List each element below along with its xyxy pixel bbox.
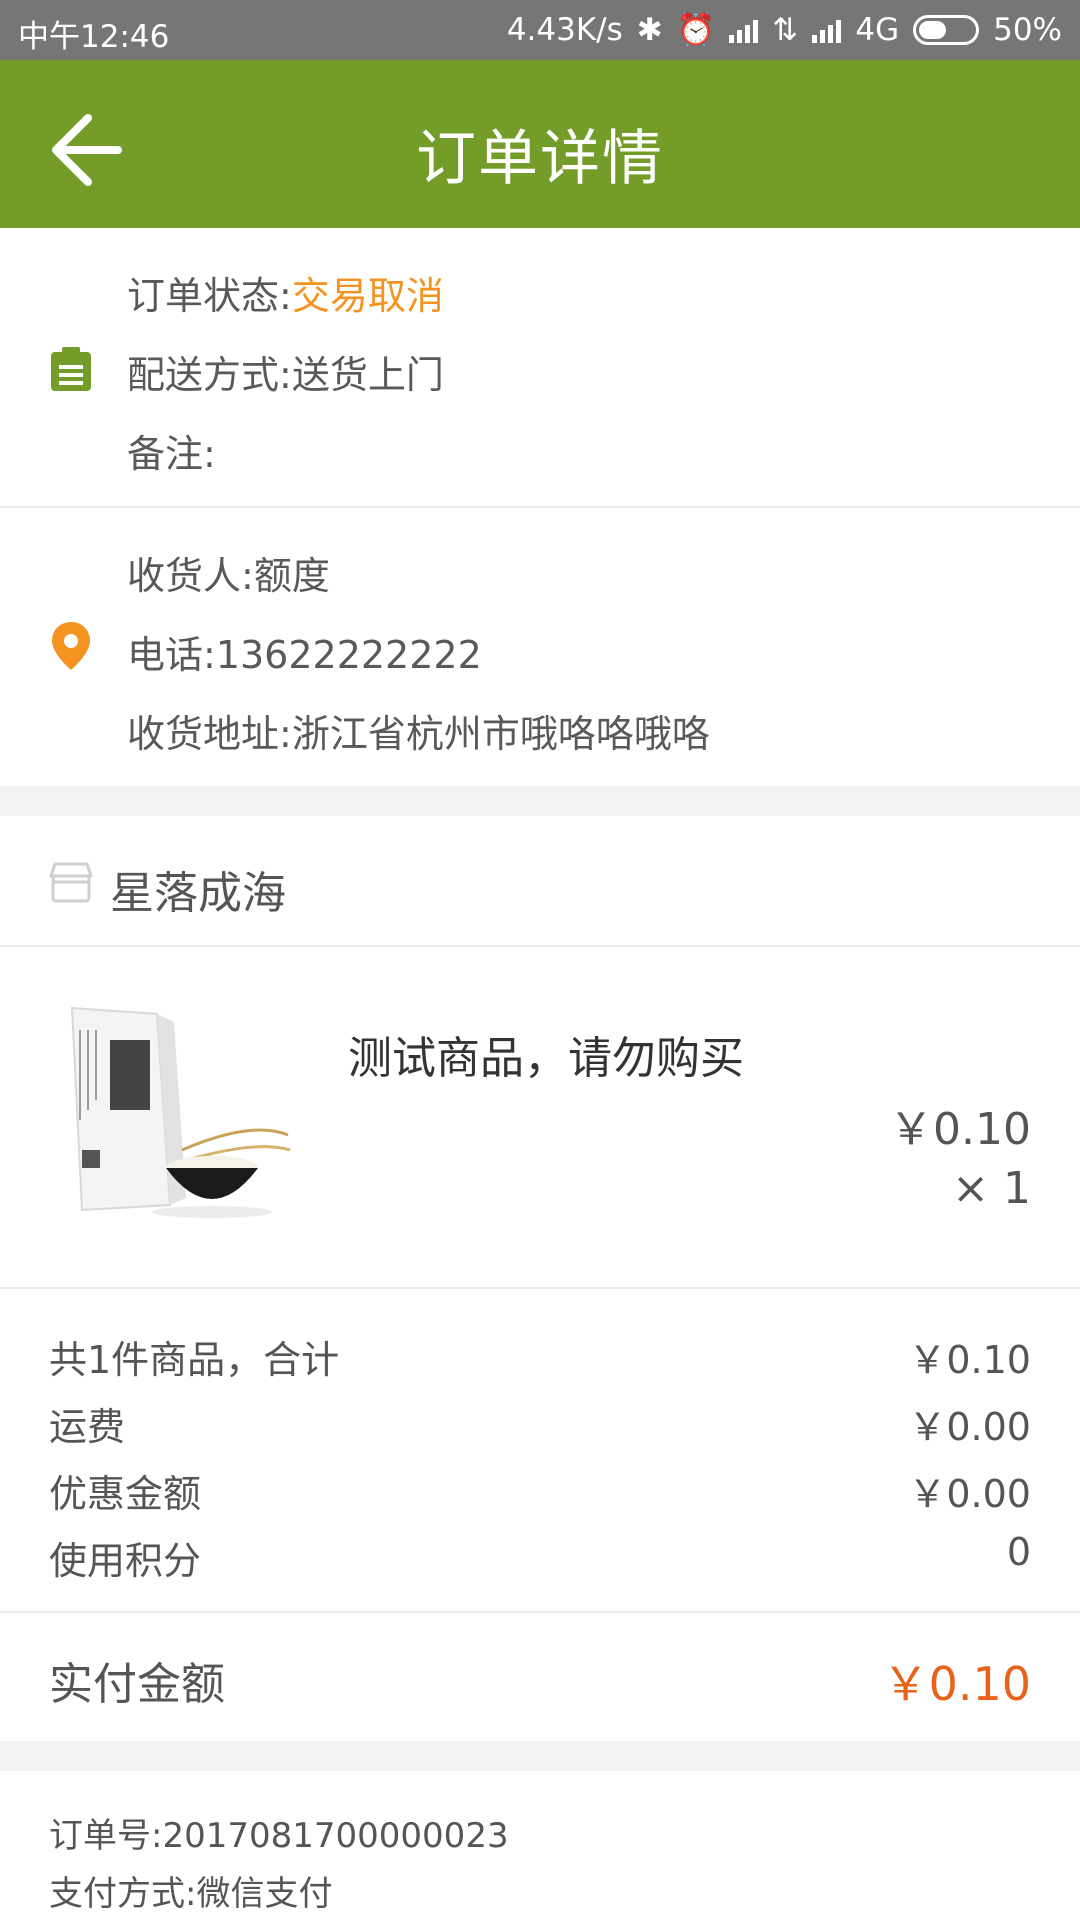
network-speed: 4.43K/s <box>506 11 623 48</box>
receiver-section: 收货人:额度 电话:13622222222 收货地址:浙江省杭州市哦咯咯哦咯 <box>0 508 1080 786</box>
receiver-name-row: 收货人:额度 <box>127 545 330 600</box>
app-bar: 订单详情 <box>0 60 1080 228</box>
receiver-address-row: 收货地址:浙江省杭州市哦咯咯哦咯 <box>127 703 710 758</box>
order-status-value: 交易取消 <box>291 274 444 318</box>
bluetooth-icon: ✱ <box>636 11 663 48</box>
clipboard-icon <box>51 347 91 391</box>
status-bar: 中午12:46 4.43K/s ✱ ⏰ ⇅ 4G 50% <box>0 0 1080 60</box>
delivery-value: 送货上门 <box>291 353 444 397</box>
product-quantity: × 1 <box>952 1163 1031 1214</box>
product-name[interactable]: 测试商品，请勿购买 <box>348 1022 744 1086</box>
data-transfer-icon: ⇅ <box>772 11 799 48</box>
summary-shipping-label: 运费 <box>49 1405 126 1449</box>
summary-discount-value: ￥0.00 <box>908 1472 1031 1516</box>
paid-amount-value: ￥0.10 <box>882 1657 1031 1711</box>
order-number-value: 2017081700000023 <box>162 1816 509 1856</box>
page-title: 订单详情 <box>416 124 664 194</box>
order-number-label: 订单号: <box>49 1816 163 1856</box>
summary-points-value: 0 <box>1006 1530 1031 1574</box>
store-name[interactable]: 星落成海 <box>110 857 286 921</box>
store-icon <box>49 862 93 903</box>
receiver-phone-row: 电话:13622222222 <box>127 624 482 679</box>
remark-label: 备注: <box>127 432 216 476</box>
order-number-row: 订单号:2017081700000023 <box>49 1808 509 1857</box>
section-gap <box>0 786 1080 816</box>
order-status-row: 订单状态:交易取消 <box>127 265 444 320</box>
delivery-row: 配送方式:送货上门 <box>127 344 444 399</box>
payment-method-row: 支付方式:微信支付 <box>49 1866 332 1915</box>
network-type: 4G <box>855 11 900 48</box>
status-indicators: 4.43K/s ✱ ⏰ ⇅ 4G 50% <box>506 11 1062 49</box>
receiver-name-value: 额度 <box>253 554 330 598</box>
order-status-label: 订单状态: <box>127 274 292 318</box>
receiver-name-label: 收货人: <box>127 554 254 598</box>
signal-icon <box>729 17 759 43</box>
delivery-label: 配送方式: <box>127 353 292 397</box>
divider <box>0 1287 1080 1289</box>
summary-items-label: 共1件商品，合计 <box>49 1338 340 1382</box>
divider <box>0 945 1080 947</box>
receiver-address-value: 浙江省杭州市哦咯咯哦咯 <box>291 712 710 756</box>
summary-discount-label: 优惠金额 <box>49 1472 202 1516</box>
receiver-phone-value[interactable]: 13622222222 <box>216 633 482 677</box>
status-time: 中午12:46 <box>18 19 170 55</box>
divider <box>0 1611 1080 1613</box>
section-gap <box>0 1741 1080 1771</box>
location-pin-icon <box>52 622 90 670</box>
payment-method-label: 支付方式: <box>49 1874 197 1914</box>
payment-method-value: 微信支付 <box>196 1874 333 1914</box>
receiver-phone-label: 电话: <box>127 633 216 677</box>
battery-icon <box>913 14 980 45</box>
battery-percent: 50% <box>993 11 1062 48</box>
product-price: ￥0.10 <box>889 1104 1031 1155</box>
summary-shipping-value: ￥0.00 <box>908 1405 1031 1449</box>
summary-items-value: ￥0.10 <box>908 1338 1031 1382</box>
signal-icon-2 <box>812 17 842 43</box>
remark-row: 备注: <box>127 423 216 478</box>
order-info-section: 订单状态:交易取消 配送方式:送货上门 备注: <box>0 228 1080 506</box>
summary-points-label: 使用积分 <box>49 1539 202 1583</box>
receiver-address-label: 收货地址: <box>127 712 292 756</box>
product-image[interactable] <box>52 1000 292 1230</box>
alarm-icon: ⏰ <box>676 12 716 48</box>
paid-amount-label: 实付金额 <box>49 1659 225 1710</box>
